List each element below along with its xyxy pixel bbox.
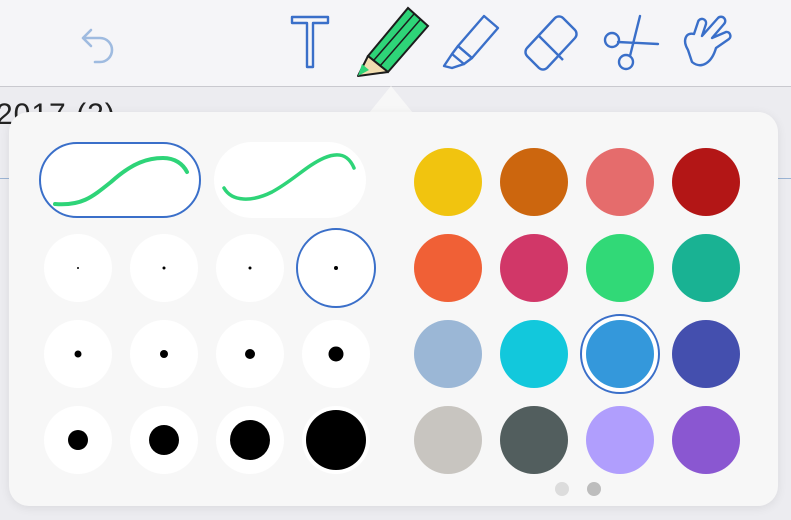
- color-swatch-2[interactable]: [500, 148, 568, 216]
- smooth-stroke-preview-icon: [53, 155, 189, 207]
- hand-pointer-icon[interactable]: [678, 10, 734, 72]
- color-swatch-1[interactable]: [414, 148, 482, 216]
- size-dot: [77, 267, 79, 269]
- color-swatch-9[interactable]: [414, 320, 482, 388]
- color-swatch-15[interactable]: [586, 406, 654, 474]
- scissors-icon[interactable]: [600, 12, 662, 72]
- size-option-2[interactable]: [130, 234, 198, 302]
- page-indicator-2[interactable]: [587, 482, 601, 496]
- size-dot: [162, 266, 166, 270]
- size-dot: [160, 350, 168, 358]
- color-swatch-13[interactable]: [414, 406, 482, 474]
- size-dot: [334, 266, 338, 270]
- size-option-8[interactable]: [302, 320, 370, 388]
- color-swatch-10[interactable]: [500, 320, 568, 388]
- pencil-icon[interactable]: [352, 4, 432, 80]
- size-dot: [74, 350, 82, 358]
- size-option-3[interactable]: [216, 234, 284, 302]
- text-tool-icon[interactable]: [289, 14, 331, 70]
- color-swatch-5[interactable]: [414, 234, 482, 302]
- size-option-11[interactable]: [216, 406, 284, 474]
- stroke-style-tapered-pen[interactable]: [214, 142, 366, 218]
- toolbar: [0, 0, 791, 87]
- eraser-icon[interactable]: [521, 12, 583, 72]
- color-swatch-11[interactable]: [586, 320, 654, 388]
- stroke-style-smooth-pen[interactable]: [39, 142, 201, 218]
- color-swatch-8[interactable]: [672, 234, 740, 302]
- size-option-9[interactable]: [44, 406, 112, 474]
- undo-icon[interactable]: [78, 24, 118, 64]
- highlighter-icon[interactable]: [440, 10, 502, 72]
- tapered-stroke-preview-icon: [222, 153, 356, 201]
- size-dot: [245, 349, 255, 359]
- size-option-6[interactable]: [130, 320, 198, 388]
- color-swatch-7[interactable]: [586, 234, 654, 302]
- size-dot: [306, 410, 366, 470]
- popover-arrow: [369, 86, 413, 113]
- size-dot: [68, 430, 88, 450]
- size-option-10[interactable]: [130, 406, 198, 474]
- color-swatch-4[interactable]: [672, 148, 740, 216]
- size-dot: [230, 420, 270, 460]
- size-dot: [149, 425, 179, 455]
- color-swatch-12[interactable]: [672, 320, 740, 388]
- color-swatch-3[interactable]: [586, 148, 654, 216]
- color-swatch-6[interactable]: [500, 234, 568, 302]
- size-option-7[interactable]: [216, 320, 284, 388]
- size-option-5[interactable]: [44, 320, 112, 388]
- size-dot: [328, 346, 344, 362]
- page-indicator-1[interactable]: [555, 482, 569, 496]
- size-option-12[interactable]: [302, 406, 370, 474]
- size-option-1[interactable]: [44, 234, 112, 302]
- pen-palette-popover: [9, 112, 778, 506]
- color-swatch-14[interactable]: [500, 406, 568, 474]
- color-swatch-16[interactable]: [672, 406, 740, 474]
- size-dot: [248, 266, 252, 270]
- size-option-4[interactable]: [296, 228, 376, 308]
